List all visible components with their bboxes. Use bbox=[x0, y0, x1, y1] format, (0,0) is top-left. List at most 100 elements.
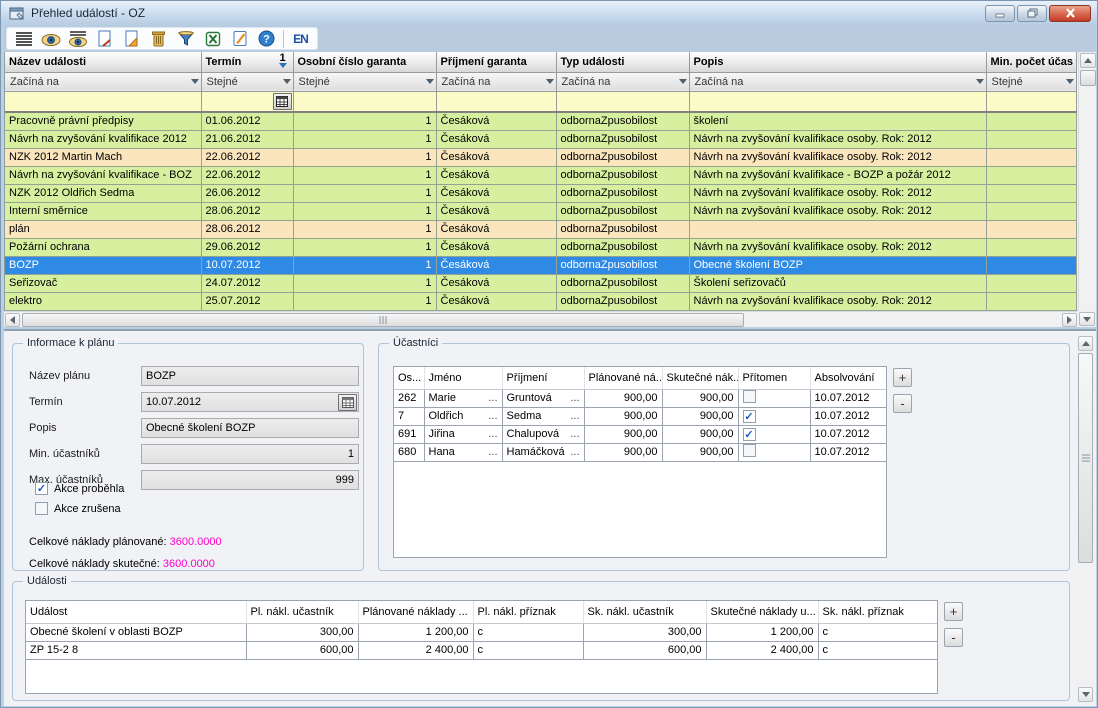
plan-field-text: 1 bbox=[348, 448, 354, 460]
grid-row[interactable]: Návrh na zvyšování kvalifikace - BOZ22.0… bbox=[5, 166, 1076, 184]
filter-entry-cell-5[interactable] bbox=[556, 91, 689, 112]
lookup-ellipsis[interactable]: ... bbox=[570, 392, 579, 404]
filter-dropdown-7[interactable]: Stejné bbox=[987, 73, 1076, 91]
participant-row[interactable]: 262Marie...Gruntová...900,00900,0010.07.… bbox=[394, 389, 887, 407]
present-checkbox[interactable]: ✓ bbox=[743, 410, 756, 423]
participant-id: 691 bbox=[394, 425, 424, 443]
column-header-4[interactable]: Příjmení garanta bbox=[436, 52, 556, 72]
delete-icon[interactable] bbox=[145, 29, 172, 49]
close-button[interactable] bbox=[1049, 5, 1091, 22]
grid-cell bbox=[986, 148, 1076, 166]
column-header-2[interactable]: Termín1 bbox=[201, 52, 293, 72]
grid-vertical-scrollbar[interactable] bbox=[1078, 52, 1096, 311]
present-checkbox[interactable] bbox=[743, 444, 756, 457]
filter-mode-label: Začíná na bbox=[442, 76, 491, 88]
grid-row[interactable]: Seřizovač24.07.20121ČesákováodbornaZpuso… bbox=[5, 274, 1076, 292]
calendar-button[interactable] bbox=[338, 394, 357, 411]
new-document-icon[interactable] bbox=[91, 29, 118, 49]
list-icon[interactable] bbox=[10, 29, 37, 49]
view-with-lines-icon[interactable] bbox=[64, 29, 91, 49]
pane-scroll-up-button[interactable] bbox=[1078, 336, 1093, 351]
participant-row[interactable]: 691Jiřina...Chalupová...900,00900,00✓10.… bbox=[394, 425, 887, 443]
event-row[interactable]: Obecné školení v oblasti BOZP300,001 200… bbox=[26, 623, 938, 641]
lookup-ellipsis[interactable]: ... bbox=[570, 428, 579, 440]
events-column-header: Událost bbox=[26, 601, 246, 623]
lookup-ellipsis[interactable]: ... bbox=[488, 428, 497, 440]
present-checkbox[interactable] bbox=[743, 390, 756, 403]
grid-cell: 22.06.2012 bbox=[201, 166, 293, 184]
column-header-7[interactable]: Min. počet účas bbox=[986, 52, 1076, 72]
lookup-ellipsis[interactable]: ... bbox=[570, 446, 579, 458]
excel-export-icon[interactable] bbox=[199, 29, 226, 49]
filter-entry-cell-2[interactable] bbox=[201, 91, 293, 112]
help-icon[interactable]: ? bbox=[253, 29, 280, 49]
grid-scroll-down-button[interactable] bbox=[1079, 312, 1095, 326]
present-checkbox[interactable]: ✓ bbox=[743, 428, 756, 441]
grid-row[interactable]: Návrh na zvyšování kvalifikace 201221.06… bbox=[5, 130, 1076, 148]
lookup-ellipsis[interactable]: ... bbox=[570, 410, 579, 422]
grid-row[interactable]: elektro25.07.20121ČesákováodbornaZpusobi… bbox=[5, 292, 1076, 310]
filter-entry-cell-6[interactable] bbox=[689, 91, 986, 112]
participant-remove-button[interactable]: - bbox=[893, 394, 912, 413]
filter-icon[interactable] bbox=[172, 29, 199, 49]
lookup-ellipsis[interactable]: ... bbox=[488, 410, 497, 422]
filter-entry-cell-3[interactable] bbox=[293, 91, 436, 112]
grid-cell: 1 bbox=[293, 238, 436, 256]
plan-info-title: Informace k plánu bbox=[23, 337, 118, 349]
lookup-ellipsis[interactable]: ... bbox=[488, 392, 497, 404]
language-en-button[interactable]: EN bbox=[287, 29, 314, 49]
filter-dropdown-3[interactable]: Stejné bbox=[294, 73, 436, 91]
edit-document-icon[interactable] bbox=[118, 29, 145, 49]
notes-edit-icon[interactable] bbox=[226, 29, 253, 49]
plan-field-text: 10.07.2012 bbox=[146, 396, 201, 408]
view-icon[interactable] bbox=[37, 29, 64, 49]
event-add-button[interactable]: + bbox=[944, 602, 963, 621]
column-header-1[interactable]: Název události bbox=[5, 52, 201, 72]
filter-dropdown-6[interactable]: Začíná na bbox=[690, 73, 986, 91]
grid-row[interactable]: BOZP10.07.20121ČesákováodbornaZpusobilos… bbox=[5, 256, 1076, 274]
filter-entry-cell-1[interactable] bbox=[5, 91, 201, 112]
event-row[interactable]: ZP 15-2 8600,002 400,00c600,002 400,00c bbox=[26, 641, 938, 659]
event-remove-button[interactable]: - bbox=[944, 628, 963, 647]
pane-vscroll-thumb[interactable] bbox=[1078, 353, 1093, 563]
calendar-button[interactable] bbox=[273, 93, 292, 110]
scroll-left-button[interactable] bbox=[5, 313, 20, 327]
participant-row[interactable]: 7Oldřich...Sedma...900,00900,00✓10.07.20… bbox=[394, 407, 887, 425]
scroll-right-button[interactable] bbox=[1062, 313, 1077, 327]
grid-hscroll-thumb[interactable] bbox=[22, 313, 744, 327]
grid-row[interactable]: NZK 2012 Martin Mach22.06.20121Česákováo… bbox=[5, 148, 1076, 166]
grid-cell bbox=[986, 166, 1076, 184]
filter-dropdown-4[interactable]: Začíná na bbox=[437, 73, 556, 91]
grid-cell: odbornaZpusobilost bbox=[556, 256, 689, 274]
pane-scroll-down-button[interactable] bbox=[1078, 687, 1093, 702]
participant-add-button[interactable]: + bbox=[893, 368, 912, 387]
grid-vscroll-thumb[interactable] bbox=[1080, 70, 1096, 86]
column-header-5[interactable]: Typ události bbox=[556, 52, 689, 72]
participant-row[interactable]: 680Hana...Hamáčková...900,00900,0010.07.… bbox=[394, 443, 887, 461]
grid-row[interactable]: NZK 2012 Oldřich Sedma26.06.20121Česákov… bbox=[5, 184, 1076, 202]
column-header-6[interactable]: Popis bbox=[689, 52, 986, 72]
akce-zrusena-checkbox[interactable] bbox=[35, 502, 48, 515]
restore-button[interactable] bbox=[1017, 5, 1047, 22]
grid-horizontal-scrollbar[interactable] bbox=[4, 311, 1078, 327]
column-header-3[interactable]: Osobní číslo garanta bbox=[293, 52, 436, 72]
event-actual-cost-per-participant: 600,00 bbox=[583, 641, 706, 659]
participant-last-name: Chalupová... bbox=[502, 425, 584, 443]
filter-entry-cell-7[interactable] bbox=[986, 91, 1076, 112]
grid-row[interactable]: Požární ochrana29.06.20121Česákováodborn… bbox=[5, 238, 1076, 256]
akce-probehla-checkbox[interactable]: ✓ bbox=[35, 482, 48, 495]
lookup-ellipsis[interactable]: ... bbox=[488, 446, 497, 458]
filter-dropdown-1[interactable]: Začíná na bbox=[5, 73, 201, 91]
filter-dropdown-5[interactable]: Začíná na bbox=[557, 73, 689, 91]
grid-cell bbox=[986, 256, 1076, 274]
filter-dropdown-2[interactable]: Stejné bbox=[202, 73, 293, 91]
pane-vertical-scrollbar[interactable] bbox=[1077, 335, 1094, 703]
checkbox-akce-probehla[interactable]: ✓ Akce proběhla bbox=[35, 482, 124, 495]
scroll-up-button[interactable] bbox=[1080, 53, 1096, 68]
checkbox-akce-zrusena[interactable]: Akce zrušena bbox=[35, 502, 121, 515]
grid-row[interactable]: Interní směrnice28.06.20121Česákováodbor… bbox=[5, 202, 1076, 220]
filter-entry-cell-4[interactable] bbox=[436, 91, 556, 112]
grid-row[interactable]: plán28.06.20121ČesákováodbornaZpusobilos… bbox=[5, 220, 1076, 238]
minimize-button[interactable] bbox=[985, 5, 1015, 22]
grid-row[interactable]: Pracovně právní předpisy01.06.20121Česák… bbox=[5, 112, 1076, 130]
